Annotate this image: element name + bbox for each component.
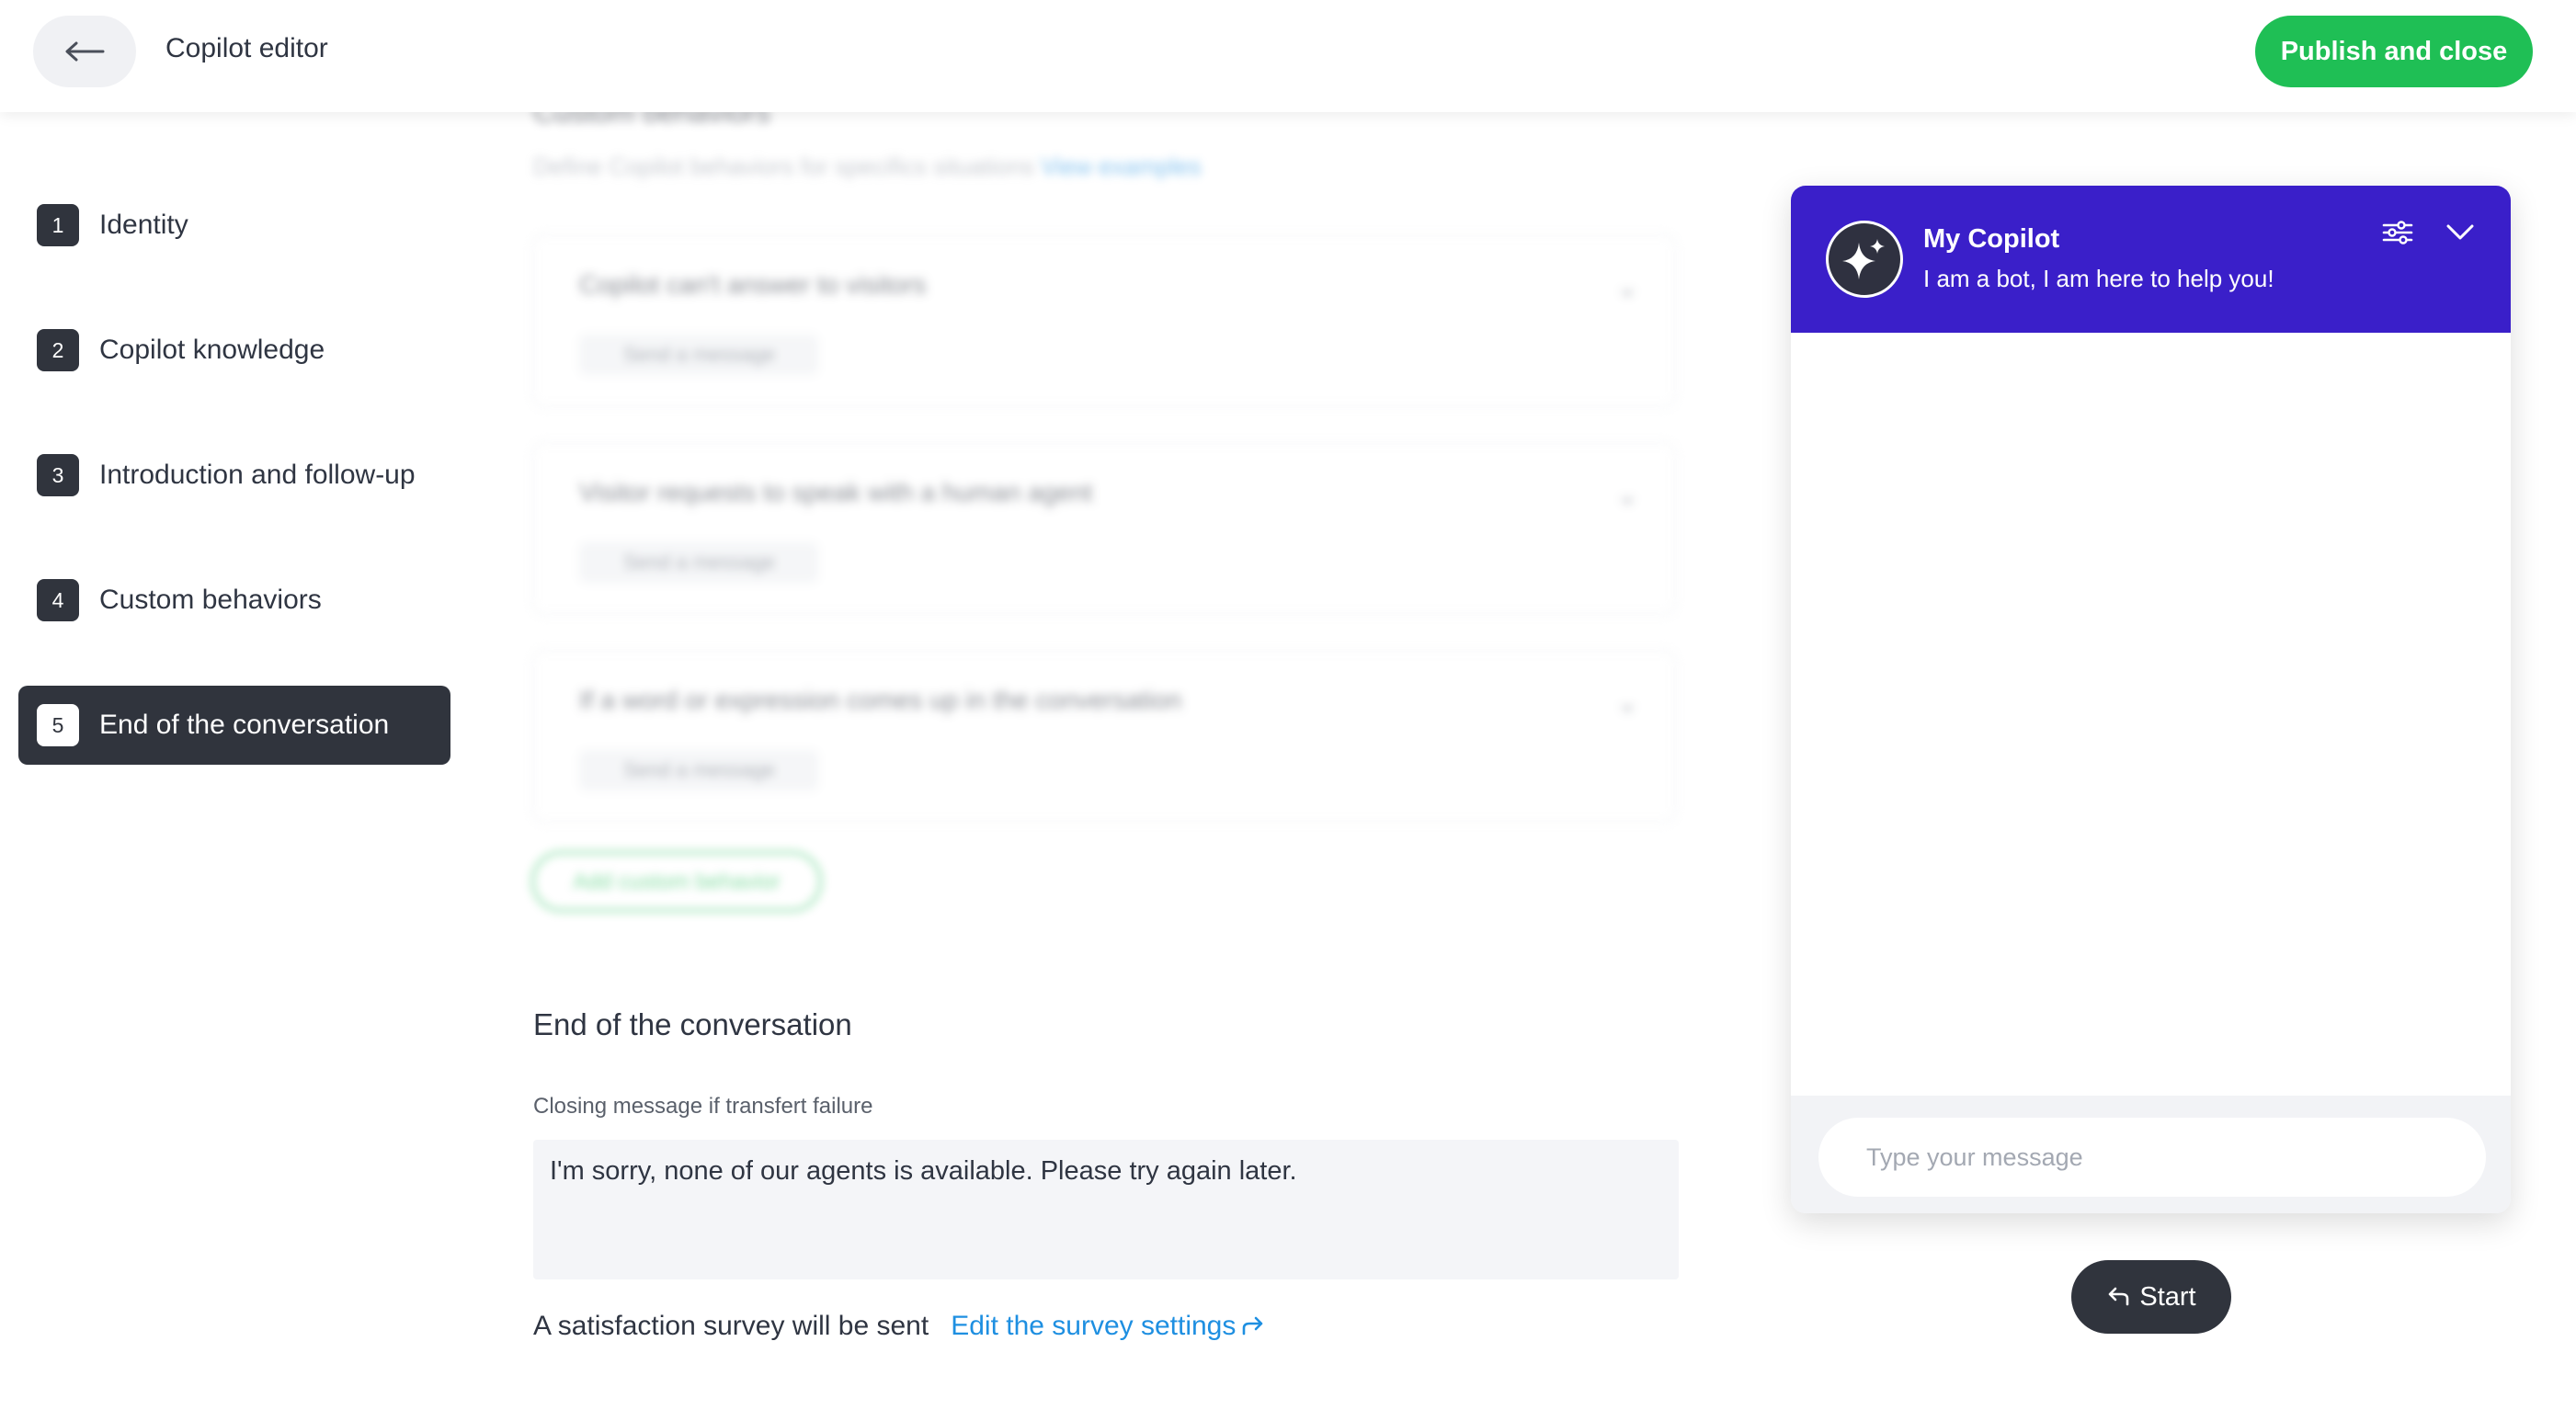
start-label: Start (2139, 1281, 2196, 1312)
message-input[interactable] (1818, 1118, 2486, 1197)
closing-message-field[interactable]: I'm sorry, none of our agents is availab… (533, 1140, 1679, 1279)
publish-and-close-button[interactable]: Publish and close (2255, 16, 2533, 87)
step-number: 1 (37, 204, 79, 246)
chevron-down-icon[interactable] (2445, 222, 2475, 243)
page-title: Copilot editor (165, 33, 328, 63)
start-button[interactable]: Start (2071, 1260, 2231, 1334)
behavior-action-chip: Send a message (579, 335, 818, 375)
behavior-card[interactable]: Visitor requests to speak with a human a… (531, 441, 1677, 616)
step-number: 5 (37, 704, 79, 746)
redirect-arrow-icon (1243, 1316, 1263, 1336)
back-button[interactable] (33, 16, 136, 87)
behavior-title: If a word or expression comes up in the … (579, 686, 1182, 714)
step-label: Copilot knowledge (99, 335, 325, 365)
chevron-down-icon[interactable]: ⌄ (1617, 688, 1638, 718)
step-end-of-conversation[interactable]: 5 End of the conversation (18, 686, 450, 765)
edit-survey-settings-link[interactable]: Edit the survey settings (951, 1311, 1265, 1342)
chat-messages-area (1791, 333, 2511, 1096)
settings-sliders-icon[interactable] (2381, 219, 2414, 246)
description-text: Define Copilot behaviors for specifics s… (533, 153, 1034, 180)
bot-avatar (1826, 221, 1903, 298)
step-label: End of the conversation (99, 710, 390, 740)
behavior-action-chip: Send a message (579, 750, 818, 790)
chat-footer (1791, 1096, 2511, 1213)
custom-behaviors-section: Custom behaviors Define Copilot behavior… (531, 92, 1681, 919)
step-number: 3 (37, 454, 79, 496)
step-number: 2 (37, 329, 79, 371)
behavior-action-chip: Send a message (579, 542, 818, 583)
behavior-title: Copilot can't answer to visitors (579, 270, 927, 299)
chat-header: My Copilot I am a bot, I am here to help… (1791, 186, 2511, 333)
step-identity[interactable]: 1 Identity (18, 186, 450, 265)
closing-message-label: Closing message if transfert failure (533, 1094, 873, 1119)
step-label: Custom behaviors (99, 585, 322, 615)
step-number: 4 (37, 579, 79, 621)
end-conversation-title: End of the conversation (533, 1007, 852, 1041)
behavior-card[interactable]: If a word or expression comes up in the … (531, 649, 1677, 824)
chevron-down-icon[interactable]: ⌄ (1617, 480, 1638, 510)
section-description: Define Copilot behaviors for specifics s… (533, 153, 1201, 181)
bot-name: My Copilot (1923, 224, 2060, 254)
bot-tagline: I am a bot, I am here to help you! (1923, 265, 2274, 292)
top-bar: Copilot editor Publish and close (0, 0, 2576, 112)
step-custom-behaviors[interactable]: 4 Custom behaviors (18, 561, 450, 640)
add-custom-behavior-button[interactable]: Add custom behavior (531, 851, 822, 912)
step-introduction[interactable]: 3 Introduction and follow-up (18, 436, 450, 515)
sparkle-icon (1842, 239, 1885, 279)
step-label: Introduction and follow-up (99, 460, 416, 490)
chat-preview-widget: My Copilot I am a bot, I am here to help… (1791, 186, 2511, 1213)
survey-link-label: Edit the survey settings (951, 1311, 1237, 1341)
behavior-title: Visitor requests to speak with a human a… (579, 478, 1093, 506)
behavior-card[interactable]: Copilot can't answer to visitors Send a … (531, 233, 1677, 408)
step-label: Identity (99, 210, 188, 240)
arrow-left-icon (65, 41, 105, 62)
step-copilot-knowledge[interactable]: 2 Copilot knowledge (18, 311, 450, 390)
reply-arrow-icon (2109, 1287, 2129, 1306)
chevron-down-icon[interactable]: ⌄ (1617, 272, 1638, 302)
survey-text: A satisfaction survey will be sent (533, 1311, 929, 1341)
survey-row: A satisfaction survey will be sent Edit … (533, 1311, 1265, 1342)
view-examples-link[interactable]: View examples (1041, 153, 1201, 180)
